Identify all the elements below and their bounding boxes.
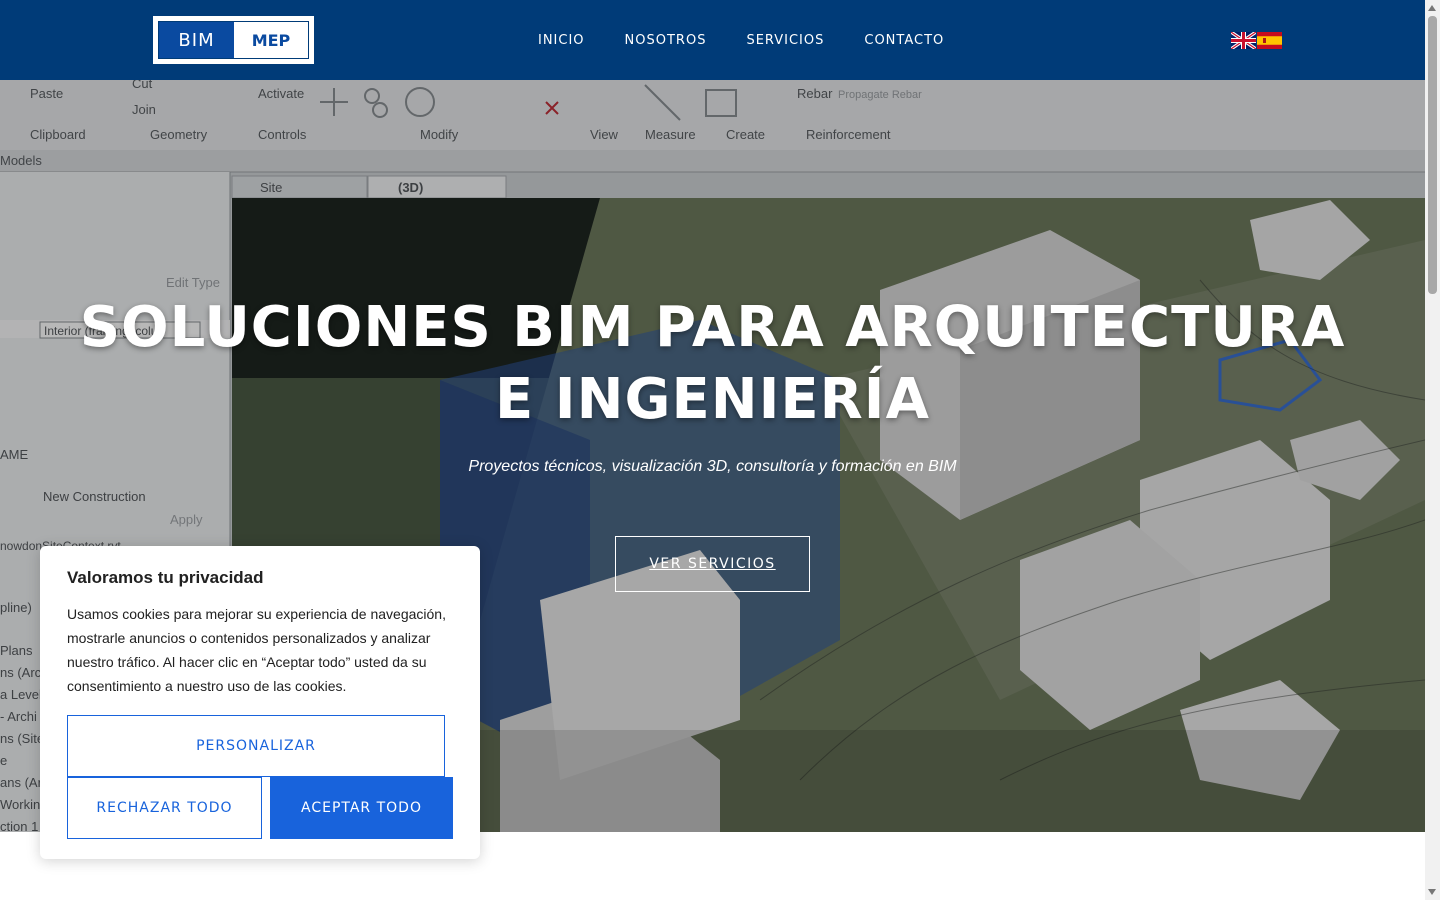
scroll-down-arrow-icon[interactable]: [1428, 889, 1436, 895]
cookie-title: Valoramos tu privacidad: [67, 568, 264, 587]
view-services-button[interactable]: VER SERVICIOS: [615, 536, 810, 592]
accept-all-cookies-button[interactable]: ACEPTAR TODO: [270, 777, 453, 839]
hero-title-line-1: SOLUCIONES BIM PARA ARQUITECTURA: [79, 295, 1346, 360]
site-header: BIM MEP INICIO NOSOTROS SERVICIOS CONTAC…: [0, 0, 1425, 80]
nav-nosotros[interactable]: NOSOTROS: [605, 33, 727, 48]
logo-mep-text: MEP: [234, 22, 308, 58]
nav-servicios[interactable]: SERVICIOS: [726, 33, 844, 48]
hero-title: SOLUCIONES BIM PARA ARQUITECTURA E INGEN…: [0, 292, 1425, 436]
logo-bim-text: BIM: [159, 22, 234, 58]
language-switcher: [1231, 32, 1282, 49]
cookie-description: Usamos cookies para mejorar su experienc…: [67, 606, 446, 694]
reject-all-cookies-button[interactable]: RECHAZAR TODO: [67, 777, 262, 839]
customize-cookies-button[interactable]: PERSONALIZAR: [67, 715, 445, 777]
scroll-up-arrow-icon[interactable]: [1428, 5, 1436, 11]
site-logo[interactable]: BIM MEP: [153, 16, 314, 64]
main-nav: INICIO NOSOTROS SERVICIOS CONTACTO: [518, 0, 964, 80]
page-scrollbar[interactable]: [1425, 0, 1440, 900]
spain-flag-icon[interactable]: [1257, 32, 1282, 49]
scroll-thumb[interactable]: [1428, 16, 1437, 294]
hero-title-line-2: E INGENIERÍA: [495, 367, 930, 432]
hero-subtitle: Proyectos técnicos, visualización 3D, co…: [468, 458, 957, 475]
nav-inicio[interactable]: INICIO: [518, 33, 605, 48]
uk-flag-icon[interactable]: [1231, 32, 1256, 49]
cookie-consent-banner: Valoramos tu privacidad Usamos cookies p…: [40, 546, 480, 859]
nav-contacto[interactable]: CONTACTO: [844, 33, 964, 48]
logo-frame: BIM MEP: [158, 21, 309, 59]
